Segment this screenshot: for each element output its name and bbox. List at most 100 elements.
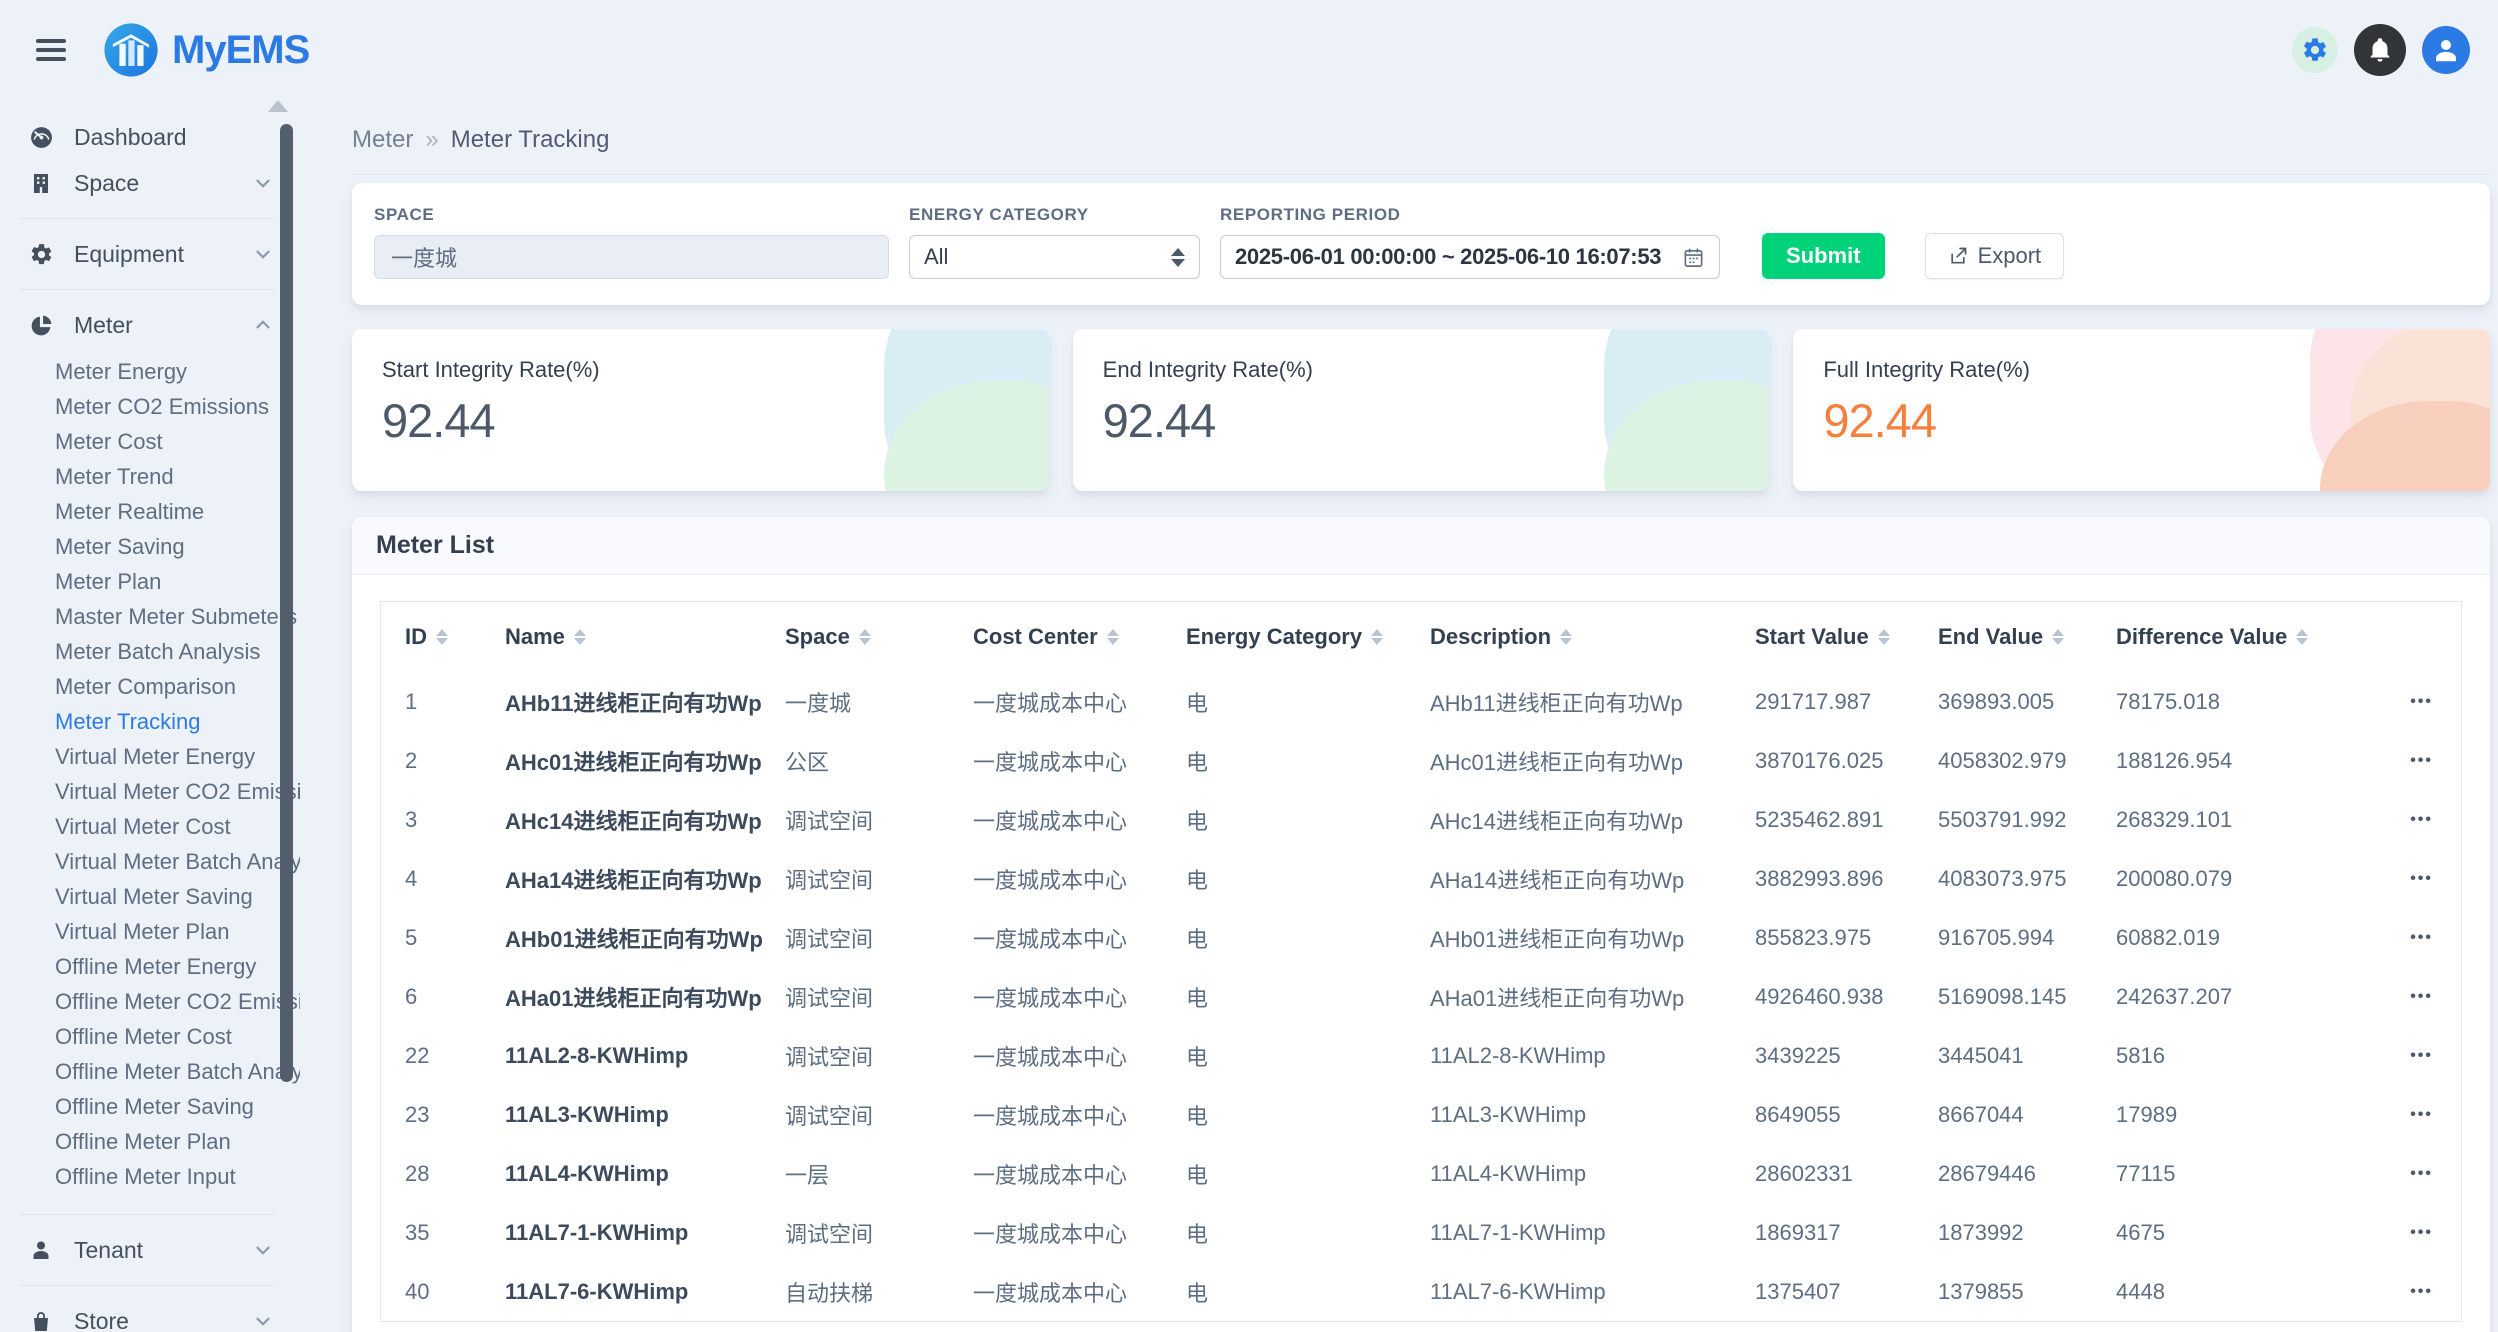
sidebar-subitem-virtual-meter-energy[interactable]: Virtual Meter Energy [0,739,300,774]
cell-end-value: 1873992 [1938,1220,2116,1246]
reporting-period-value: 2025-06-01 00:00:00 ~ 2025-06-10 16:07:5… [1235,244,1661,270]
row-actions-ellipsis-icon[interactable]: ••• [2406,1224,2461,1242]
cell-space: 调试空间 [785,1040,973,1072]
submit-button[interactable]: Submit [1762,233,1885,279]
row-actions-ellipsis-icon[interactable]: ••• [2406,1165,2461,1183]
user-avatar[interactable] [2422,26,2470,74]
sidebar-scrollbar[interactable] [280,124,293,1082]
column-header-start-value[interactable]: Start Value [1755,624,1938,650]
sidebar-subitem-meter-saving[interactable]: Meter Saving [0,529,300,564]
sidebar-subitem-meter-comparison[interactable]: Meter Comparison [0,669,300,704]
table-body: 1AHb11进线柜正向有功Wp一度城一度城成本中心电AHb11进线柜正向有功Wp… [381,672,2461,1321]
row-actions-ellipsis-icon[interactable]: ••• [2406,1106,2461,1124]
cell-energy-category: 电 [1186,981,1430,1013]
sidebar-subitem-offline-meter-saving[interactable]: Offline Meter Saving [0,1089,300,1124]
column-header-description[interactable]: Description [1430,624,1755,650]
sidebar-subitem-meter-plan[interactable]: Meter Plan [0,564,300,599]
sidebar-subitem-virtual-meter-saving[interactable]: Virtual Meter Saving [0,879,300,914]
sidebar-subitem-virtual-meter-co2-emissions[interactable]: Virtual Meter CO2 Emissions [0,774,300,809]
breadcrumb: Meter » Meter Tracking [352,122,2490,175]
row-actions-ellipsis-icon[interactable]: ••• [2406,929,2461,947]
cell-cost-center: 一度城成本中心 [973,1276,1186,1308]
row-actions-ellipsis-icon[interactable]: ••• [2406,752,2461,770]
sidebar-subitem-offline-meter-plan[interactable]: Offline Meter Plan [0,1124,300,1159]
gear-icon [2301,36,2329,64]
sidebar-item-label: Dashboard [74,124,274,151]
gauge-icon [28,125,54,150]
sidebar-subitem-virtual-meter-batch-analysis[interactable]: Virtual Meter Batch Analysis [0,844,300,879]
cell-cost-center: 一度城成本中心 [973,686,1186,718]
row-actions-ellipsis-icon[interactable]: ••• [2406,988,2461,1006]
hamburger-menu-icon[interactable] [36,34,66,66]
brand-logo[interactable]: MyEMS [102,21,309,79]
sidebar-item-space[interactable]: Space [0,160,300,206]
column-header-difference-value[interactable]: Difference Value [2116,624,2406,650]
chevron-up-icon [252,314,274,336]
cell-difference-value: 200080.079 [2116,866,2406,892]
cell-cost-center: 一度城成本中心 [973,1158,1186,1190]
sidebar-subitem-meter-realtime[interactable]: Meter Realtime [0,494,300,529]
sidebar: Dashboard Space [0,100,300,1332]
sidebar-item-equipment[interactable]: Equipment [0,231,300,277]
sidebar-item-tenant[interactable]: Tenant [0,1227,300,1273]
row-actions-ellipsis-icon[interactable]: ••• [2406,1283,2461,1301]
cell-name: AHc14进线柜正向有功Wp [505,804,785,836]
cell-space: 调试空间 [785,1099,973,1131]
sidebar-item-store[interactable]: Store [0,1298,300,1332]
gear-icon [28,242,54,267]
settings-button[interactable] [2292,27,2338,73]
sidebar-item-dashboard[interactable]: Dashboard [0,114,300,160]
sidebar-subitem-meter-co2-emissions[interactable]: Meter CO2 Emissions [0,389,300,424]
row-actions-ellipsis-icon[interactable]: ••• [2406,811,2461,829]
reporting-period-input[interactable]: 2025-06-01 00:00:00 ~ 2025-06-10 16:07:5… [1220,235,1720,279]
cell-end-value: 3445041 [1938,1043,2116,1069]
cell-difference-value: 5816 [2116,1043,2406,1069]
breadcrumb-parent[interactable]: Meter [352,126,413,154]
row-actions-ellipsis-icon[interactable]: ••• [2406,870,2461,888]
cell-cost-center: 一度城成本中心 [973,1217,1186,1249]
sidebar-subitem-offline-meter-energy[interactable]: Offline Meter Energy [0,949,300,984]
column-header-cost-center[interactable]: Cost Center [973,624,1186,650]
sidebar-subitem-offline-meter-co2-emissions[interactable]: Offline Meter CO2 Emissions [0,984,300,1019]
sort-icon [436,629,448,645]
sidebar-subitem-meter-batch-analysis[interactable]: Meter Batch Analysis [0,634,300,669]
cell-name: 11AL4-KWHimp [505,1161,785,1187]
sidebar-subitem-master-meter-submeters-balance[interactable]: Master Meter Submeters Balance [0,599,300,634]
sidebar-subitem-virtual-meter-plan[interactable]: Virtual Meter Plan [0,914,300,949]
stat-card-start-integrity: Start Integrity Rate(%) 92.44 [352,329,1049,491]
cell-space: 调试空间 [785,804,973,836]
space-input[interactable]: 一度城 [374,235,889,279]
cell-description: AHa01进线柜正向有功Wp [1430,981,1755,1013]
cell-description: 11AL7-6-KWHimp [1430,1279,1755,1305]
sidebar-item-label: Meter [74,312,252,339]
notifications-button[interactable] [2354,24,2406,76]
sidebar-subitem-meter-tracking[interactable]: Meter Tracking [0,704,300,739]
sidebar-scroll-up-icon[interactable] [268,100,288,112]
top-navbar: MyEMS [0,0,2498,100]
energy-category-select[interactable]: All [909,235,1200,279]
sidebar-subitem-offline-meter-input[interactable]: Offline Meter Input [0,1159,300,1194]
cell-start-value: 4926460.938 [1755,984,1938,1010]
cell-difference-value: 77115 [2116,1161,2406,1187]
sidebar-item-meter[interactable]: Meter [0,302,300,348]
export-button[interactable]: Export [1925,233,2065,279]
sidebar-subitem-virtual-meter-cost[interactable]: Virtual Meter Cost [0,809,300,844]
cell-energy-category: 电 [1186,1276,1430,1308]
cell-end-value: 4058302.979 [1938,748,2116,774]
sidebar-subitem-meter-cost[interactable]: Meter Cost [0,424,300,459]
cell-space: 调试空间 [785,922,973,954]
cell-id: 5 [405,925,505,951]
row-actions-ellipsis-icon[interactable]: ••• [2406,1047,2461,1065]
sidebar-subitem-offline-meter-cost[interactable]: Offline Meter Cost [0,1019,300,1054]
column-header-space[interactable]: Space [785,624,973,650]
column-header-name[interactable]: Name [505,624,785,650]
column-header-id[interactable]: ID [405,624,505,650]
column-header-end-value[interactable]: End Value [1938,624,2116,650]
sidebar-subitem-meter-trend[interactable]: Meter Trend [0,459,300,494]
sidebar-subitem-offline-meter-batch-analysis[interactable]: Offline Meter Batch Analysis [0,1054,300,1089]
column-header-energy-category[interactable]: Energy Category [1186,624,1430,650]
row-actions-ellipsis-icon[interactable]: ••• [2406,693,2461,711]
cell-end-value: 5169098.145 [1938,984,2116,1010]
meter-list-title: Meter List [376,531,494,559]
sidebar-subitem-meter-energy[interactable]: Meter Energy [0,354,300,389]
